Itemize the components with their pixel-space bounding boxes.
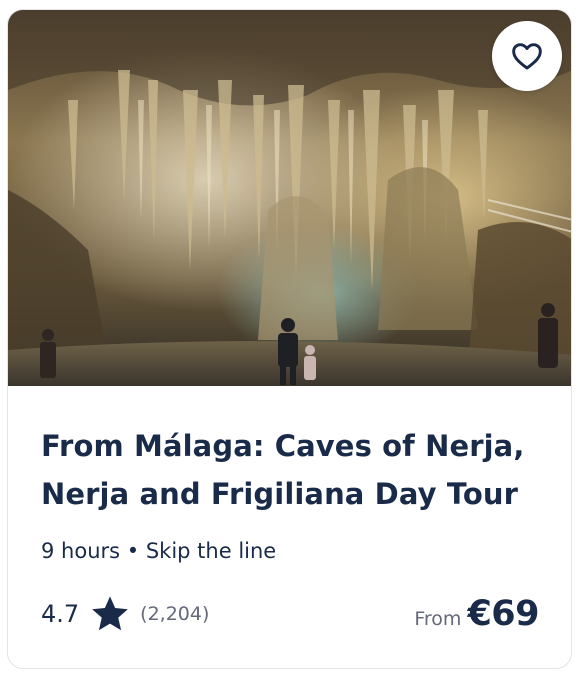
activity-meta: 9 hours • Skip the line [41,537,276,565]
price-amount: €69 [467,594,539,634]
meta-separator: • [126,539,140,563]
price-block: From €69 [414,594,539,634]
activity-photo[interactable] [8,10,571,386]
duration-label: 9 hours [41,539,121,563]
star-icon [90,595,130,633]
review-count: (2,204) [140,603,210,625]
heart-outline-icon [511,41,543,71]
rating-row: 4.7 (2,204) [41,596,209,632]
feature-label: Skip the line [145,539,277,563]
activity-title[interactable]: From Málaga: Caves of Nerja, Nerja and F… [41,422,541,518]
rating-score: 4.7 [41,600,80,628]
price-prefix: From [414,608,462,630]
activity-card[interactable]: From Málaga: Caves of Nerja, Nerja and F… [7,9,572,669]
favorite-button[interactable] [492,21,562,91]
